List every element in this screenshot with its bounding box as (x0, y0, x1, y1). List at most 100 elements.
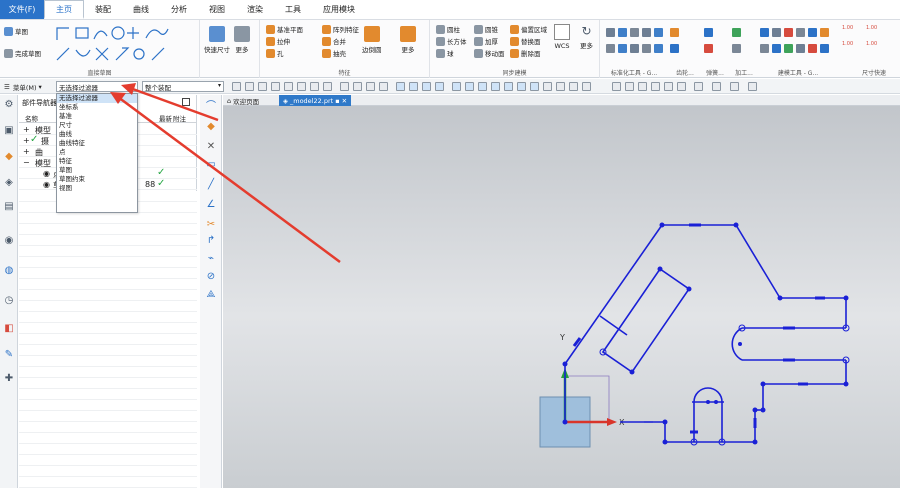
file-menu-button[interactable]: 文件(F) (0, 0, 44, 19)
dims-more-button[interactable]: 更多 (234, 26, 250, 54)
shell-button[interactable]: 抽壳 (322, 48, 346, 58)
select-tool-icon[interactable] (310, 82, 319, 91)
edge-blend-button[interactable]: 边倒圆 (362, 26, 382, 54)
view-tool-icon[interactable] (712, 82, 721, 91)
std-tool-icon[interactable] (642, 44, 651, 53)
replace-face-button[interactable]: 替换面 (510, 36, 541, 46)
reuse-library-icon[interactable]: ▤ (3, 201, 15, 213)
line-tool-icon[interactable]: ╱ (205, 179, 217, 191)
snap-tool-icon[interactable] (379, 82, 388, 91)
cone-button[interactable]: 圆锥 (474, 24, 498, 34)
filter-option-none[interactable]: 无选择过滤器 (57, 94, 137, 103)
snap-tool-icon[interactable] (491, 82, 500, 91)
filter-option-csys[interactable]: 坐标系 (57, 103, 137, 112)
hd3d-icon[interactable]: ◉ (3, 235, 15, 247)
snap-tool-icon[interactable] (478, 82, 487, 91)
modeling-tool-icon[interactable] (796, 28, 805, 37)
history-clock-icon[interactable]: ◷ (3, 295, 15, 307)
snap-tool-icon[interactable] (353, 82, 362, 91)
sketch-button[interactable]: 草图 (4, 26, 28, 36)
snap-tool-icon[interactable] (530, 82, 539, 91)
filter-option-view[interactable]: 视图 (57, 184, 137, 193)
select-tool-icon[interactable] (323, 82, 332, 91)
pattern-feature-button[interactable]: 阵列特征 (322, 24, 359, 34)
cylinder-button[interactable]: 圆柱 (436, 24, 460, 34)
view-tool-icon[interactable] (664, 82, 673, 91)
machining-tool-icon[interactable] (732, 44, 741, 53)
tab-curve[interactable]: 曲线 (122, 0, 160, 19)
collapse-icon[interactable]: − (23, 158, 30, 167)
extrude-button[interactable]: 拉伸 (266, 36, 290, 46)
maximize-icon[interactable] (182, 98, 190, 106)
process-studio-icon[interactable]: ✎ (3, 349, 15, 361)
modeling-tool-icon[interactable] (820, 28, 829, 37)
wcs-button[interactable]: WCS (554, 24, 570, 50)
gear-tool-icon[interactable] (670, 44, 679, 53)
filter-option-feature[interactable]: 特征 (57, 157, 137, 166)
spring-tool-icon[interactable] (704, 44, 713, 53)
std-tool-icon[interactable] (630, 28, 639, 37)
quick-dimension-button[interactable]: 快速尺寸 (204, 26, 230, 54)
snap-tool-icon[interactable] (504, 82, 513, 91)
tab-home[interactable]: 主页 (44, 0, 84, 19)
std-tool-icon[interactable] (606, 44, 615, 53)
extend-tool-icon[interactable]: ⌁ (205, 253, 217, 265)
snap-tool-icon[interactable] (569, 82, 578, 91)
dim-quick-label-2[interactable]: 1.00 (866, 25, 877, 31)
offset-region-button[interactable]: 偏置区域 (510, 24, 547, 34)
system-materials-icon[interactable]: ◧ (3, 323, 15, 335)
rectangle-tool-icon[interactable]: ▭ (205, 159, 217, 171)
modeling-tool-icon[interactable] (784, 44, 793, 53)
view-tool-icon[interactable] (677, 82, 686, 91)
modeling-tool-icon[interactable] (808, 28, 817, 37)
modeling-tool-icon[interactable] (820, 44, 829, 53)
finish-sketch-button[interactable]: 完成草图 (4, 48, 41, 58)
view-tool-icon[interactable] (651, 82, 660, 91)
menu-button[interactable]: ☰ 菜单(M) ▾ (4, 81, 42, 92)
dim-quick-label-3[interactable]: 1.00 (842, 41, 853, 47)
expand-icon[interactable]: + (23, 136, 30, 145)
selection-filter-combo[interactable]: 无选择过滤器 ▾ (56, 81, 138, 92)
snap-tool-icon[interactable] (465, 82, 474, 91)
machining-tool-icon[interactable] (732, 28, 741, 37)
graphics-viewport[interactable]: Y X (223, 106, 900, 488)
view-tool-icon[interactable] (638, 82, 647, 91)
modeling-tool-icon[interactable] (808, 44, 817, 53)
column-latest[interactable]: 最新 (159, 113, 172, 123)
sketch-points[interactable] (562, 222, 849, 445)
tab-view[interactable]: 视图 (198, 0, 236, 19)
arc-tool-icon[interactable]: ⌒ (205, 101, 217, 113)
std-tool-icon[interactable] (618, 44, 627, 53)
std-tool-icon[interactable] (654, 44, 663, 53)
snap-tool-icon[interactable] (396, 82, 405, 91)
view-tool-icon[interactable] (625, 82, 634, 91)
spring-tool-icon[interactable] (704, 28, 713, 37)
std-tool-icon[interactable] (618, 28, 627, 37)
block-button[interactable]: 长方体 (436, 36, 467, 46)
delete-x-icon[interactable]: ✕ (205, 141, 217, 153)
column-name[interactable]: 名称 (25, 113, 38, 123)
tab-assembly[interactable]: 装配 (84, 0, 122, 19)
snap-tool-icon[interactable] (366, 82, 375, 91)
modeling-tool-icon[interactable] (784, 28, 793, 37)
mirror-tool-icon[interactable]: ⟁ (205, 289, 217, 301)
save-icon[interactable]: ▪ (335, 97, 339, 105)
snap-tool-icon[interactable] (422, 82, 431, 91)
sphere-button[interactable]: 球 (436, 48, 454, 58)
std-tool-icon[interactable] (642, 28, 651, 37)
gear-tool-icon[interactable] (670, 28, 679, 37)
filter-option-curve[interactable]: 曲线 (57, 130, 137, 139)
view-tool-icon[interactable] (748, 82, 757, 91)
unite-button[interactable]: 合并 (322, 36, 346, 46)
snap-tool-icon[interactable] (556, 82, 565, 91)
select-tool-icon[interactable] (258, 82, 267, 91)
web-browser-icon[interactable]: ◍ (3, 265, 15, 277)
constraint-tool-icon[interactable]: ◆ (205, 121, 217, 133)
select-tool-icon[interactable] (232, 82, 241, 91)
view-tool-icon[interactable] (730, 82, 739, 91)
filter-option-point[interactable]: 点 (57, 148, 137, 157)
delete-face-button[interactable]: 删除面 (510, 48, 541, 58)
std-tool-icon[interactable] (630, 44, 639, 53)
hole-button[interactable]: 孔 (266, 48, 284, 58)
close-icon[interactable]: ✕ (342, 97, 347, 105)
